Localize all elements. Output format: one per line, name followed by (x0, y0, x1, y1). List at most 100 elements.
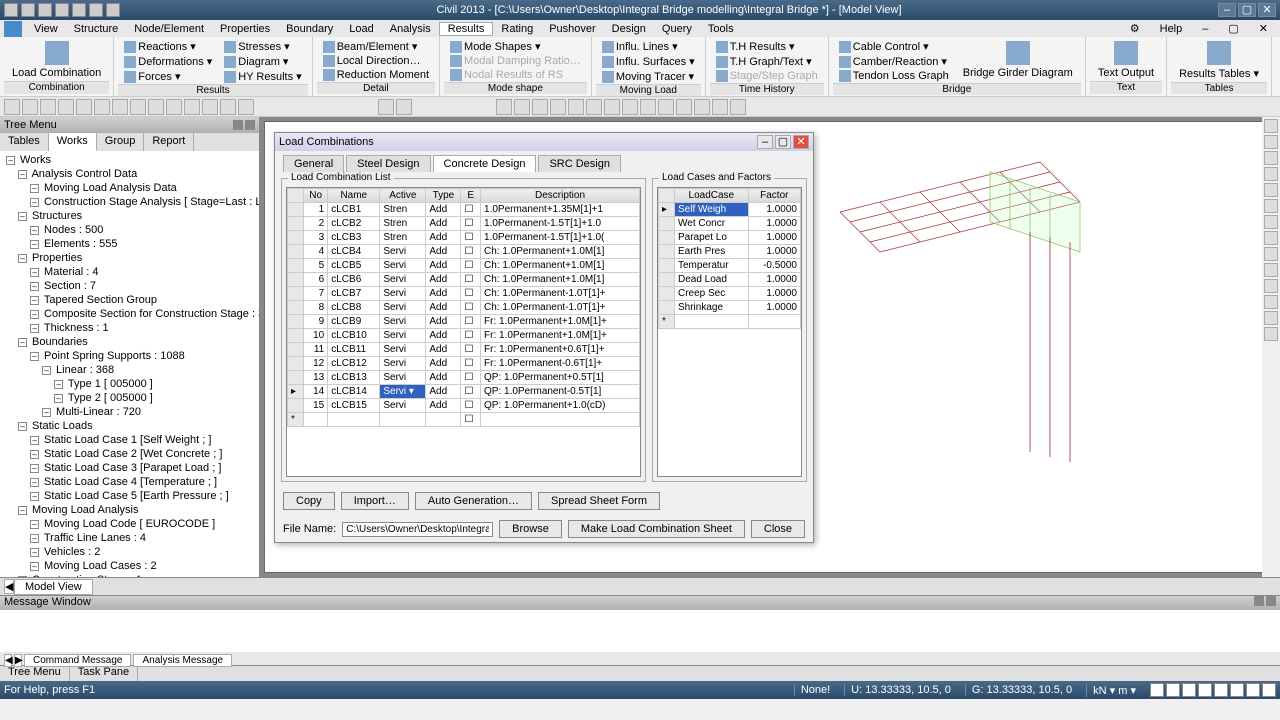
nav-icon[interactable]: ◀ (4, 654, 12, 667)
tree-node[interactable]: – Elements : 555 (2, 237, 257, 251)
table-row[interactable]: 4cLCB4ServiAdd☐Ch: 1.0Permanent+1.0M[1] (288, 245, 640, 259)
nav-icon[interactable]: ▶ (14, 654, 22, 667)
tool-icon[interactable] (1264, 167, 1278, 181)
tree-node[interactable]: – Static Load Case 4 [Temperature ; ] (2, 475, 257, 489)
table-row[interactable]: Shrinkage1.0000 (659, 301, 801, 315)
tree-node[interactable]: – Static Load Case 1 [Self Weight ; ] (2, 433, 257, 447)
copy-button[interactable]: Copy (283, 492, 335, 510)
tool-icon[interactable] (1264, 199, 1278, 213)
tool-icon[interactable] (1264, 327, 1278, 341)
qat-icon[interactable] (38, 3, 52, 17)
pin-icon[interactable] (233, 120, 243, 130)
table-row[interactable]: Temperatur-0.5000 (659, 259, 801, 273)
minimize-button[interactable]: – (1218, 3, 1236, 17)
table-row[interactable]: 1cLCB1StrenAdd☐1.0Permanent+1.35M[1]+1 (288, 203, 640, 217)
analysis-message-tab[interactable]: Analysis Message (133, 654, 232, 667)
status-widget[interactable] (1150, 683, 1164, 697)
tendon-loss-button[interactable]: Tendon Loss Graph (835, 69, 953, 83)
table-row[interactable]: Parapet Lo1.0000 (659, 231, 801, 245)
spread-sheet-button[interactable]: Spread Sheet Form (538, 492, 660, 510)
tool-icon[interactable] (130, 99, 146, 115)
table-row[interactable]: Creep Sec1.0000 (659, 287, 801, 301)
table-row[interactable]: 2cLCB2StrenAdd☐1.0Permanent-1.5T[1]+1.0 (288, 217, 640, 231)
menu-results[interactable]: Results (439, 22, 494, 36)
pin-icon[interactable] (1254, 596, 1264, 606)
tool-icon[interactable] (1264, 231, 1278, 245)
tool-icon[interactable] (22, 99, 38, 115)
tool-icon[interactable] (166, 99, 182, 115)
dialog-close[interactable]: ✕ (793, 135, 809, 149)
menu-analysis[interactable]: Analysis (382, 23, 439, 35)
mdi-maximize[interactable]: ▢ (1220, 22, 1246, 35)
tool-icon[interactable] (238, 99, 254, 115)
status-units[interactable]: kN ▾ m ▾ (1086, 684, 1142, 697)
status-widget[interactable] (1182, 683, 1196, 697)
close-icon[interactable] (245, 120, 255, 130)
tool-icon[interactable] (568, 99, 584, 115)
menu-boundary[interactable]: Boundary (278, 23, 341, 35)
tree-node[interactable]: – Moving Load Analysis Data (2, 181, 257, 195)
app-logo[interactable] (4, 21, 22, 37)
tool-icon[interactable] (694, 99, 710, 115)
tool-icon[interactable] (1264, 119, 1278, 133)
menu-view[interactable]: View (26, 23, 66, 35)
tree-node[interactable]: – Properties (2, 251, 257, 265)
tool-icon[interactable] (58, 99, 74, 115)
tree-node[interactable]: – Construction Stage : 4 (2, 573, 257, 577)
status-widget[interactable] (1246, 683, 1260, 697)
table-row[interactable]: 5cLCB5ServiAdd☐Ch: 1.0Permanent+1.0M[1] (288, 259, 640, 273)
tab-works[interactable]: Works (49, 133, 97, 151)
help-menu[interactable]: Help (1152, 23, 1191, 35)
table-row[interactable]: 8cLCB8ServiAdd☐Ch: 1.0Permanent-1.0T[1]+ (288, 301, 640, 315)
tool-icon[interactable] (514, 99, 530, 115)
table-row[interactable]: 7cLCB7ServiAdd☐Ch: 1.0Permanent-1.0T[1]+ (288, 287, 640, 301)
table-row[interactable]: 10cLCB10ServiAdd☐Fr: 1.0Permanent+1.0M[1… (288, 329, 640, 343)
tool-icon[interactable] (76, 99, 92, 115)
table-row[interactable]: ▸14cLCB14Servi ▾Add☐QP: 1.0Permanent-0.5… (288, 385, 640, 399)
tree-node[interactable]: – Composite Section for Construction Sta… (2, 307, 257, 321)
tool-icon[interactable] (1264, 183, 1278, 197)
status-widget[interactable] (1198, 683, 1212, 697)
bridge-girder-button[interactable]: Bridge Girder Diagram (957, 39, 1079, 83)
tree-body[interactable]: – Works– Analysis Control Data– Moving L… (0, 151, 259, 577)
nodal-results-rs-button[interactable]: Nodal Results of RS (446, 68, 585, 82)
import-button[interactable]: Import… (341, 492, 409, 510)
load-combination-button[interactable]: Load Combination (6, 39, 107, 81)
qat-icon[interactable] (21, 3, 35, 17)
menu-pushover[interactable]: Pushover (541, 23, 603, 35)
maximize-button[interactable]: ▢ (1238, 3, 1256, 17)
menu-design[interactable]: Design (604, 23, 654, 35)
tab-report[interactable]: Report (144, 133, 194, 151)
tool-icon[interactable] (1264, 263, 1278, 277)
reactions-button[interactable]: Reactions ▾ (120, 39, 216, 54)
load-cases-grid[interactable]: LoadCaseFactor▸Self Weigh1.0000Wet Concr… (657, 187, 802, 477)
tree-node[interactable]: – Static Loads (2, 419, 257, 433)
tool-icon[interactable] (184, 99, 200, 115)
table-row[interactable]: 6cLCB6ServiAdd☐Ch: 1.0Permanent+1.0M[1] (288, 273, 640, 287)
tool-icon[interactable] (550, 99, 566, 115)
model-view-tab[interactable]: Model View (14, 579, 93, 595)
tool-icon[interactable] (712, 99, 728, 115)
filename-input[interactable] (342, 522, 493, 537)
tool-icon[interactable] (730, 99, 746, 115)
table-row[interactable]: 11cLCB11ServiAdd☐Fr: 1.0Permanent+0.6T[1… (288, 343, 640, 357)
table-row[interactable]: 12cLCB12ServiAdd☐Fr: 1.0Permanent-0.6T[1… (288, 357, 640, 371)
tool-icon[interactable] (622, 99, 638, 115)
tree-node[interactable]: – Moving Load Cases : 2 (2, 559, 257, 573)
menu-load[interactable]: Load (341, 23, 381, 35)
table-row[interactable]: * (659, 315, 801, 329)
beam-element-button[interactable]: Beam/Element ▾ (319, 39, 433, 54)
tool-icon[interactable] (586, 99, 602, 115)
close-icon[interactable] (1266, 596, 1276, 606)
tool-icon[interactable] (604, 99, 620, 115)
make-sheet-button[interactable]: Make Load Combination Sheet (568, 520, 745, 538)
local-direction-button[interactable]: Local Direction… (319, 54, 433, 68)
tool-icon[interactable] (220, 99, 236, 115)
moving-tracer-button[interactable]: Moving Tracer ▾ (598, 69, 699, 84)
tree-node[interactable]: – Static Load Case 3 [Parapet Load ; ] (2, 461, 257, 475)
load-combination-grid[interactable]: NoNameActiveTypeEDescription1cLCB1StrenA… (286, 187, 641, 477)
tree-node[interactable]: – Linear : 368 (2, 363, 257, 377)
status-widget[interactable] (1214, 683, 1228, 697)
settings-icon[interactable]: ⚙ (1122, 22, 1148, 35)
menu-properties[interactable]: Properties (212, 23, 278, 35)
